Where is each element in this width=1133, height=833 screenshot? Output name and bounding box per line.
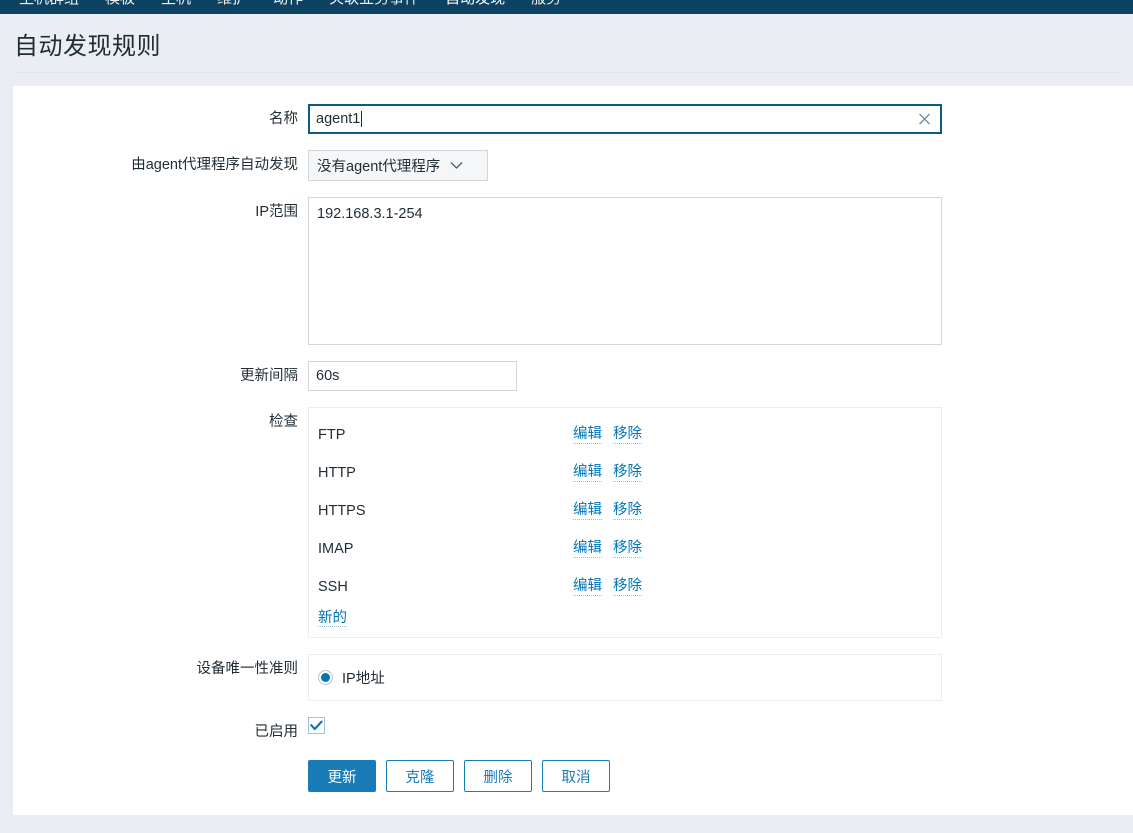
check-icon (310, 720, 323, 731)
discovery-rule-form: 名称 agent1 由agent代理程序自动发现 没有agent代理程序 IP范… (13, 85, 1133, 815)
check-name: HTTP (318, 465, 356, 481)
table-row: HTTPS 编辑 移除 (309, 492, 941, 530)
nav-item-maintenance[interactable]: 维护 (204, 0, 260, 14)
checks-label: 检查 (269, 414, 298, 430)
uniqueness-field-wrap: IP地址 (308, 654, 1133, 701)
remove-check-link[interactable]: 移除 (613, 578, 642, 596)
remove-check-link[interactable]: 移除 (613, 464, 642, 482)
form-row-enabled: 已启用 (13, 717, 1133, 741)
form-row-checks: 检查 FTP 编辑 移除 HTTP 编辑 移除 HTTPS 编辑 移除 IMAP… (13, 407, 1133, 638)
nav-item-hosts[interactable]: 主机 (148, 0, 204, 14)
radio-selected-icon (318, 670, 333, 685)
uniqueness-panel: IP地址 (308, 654, 942, 701)
nav-item-actions[interactable]: 动作 (260, 0, 316, 14)
remove-check-link[interactable]: 移除 (613, 426, 642, 444)
edit-check-link[interactable]: 编辑 (573, 426, 602, 444)
new-check-link[interactable]: 新的 (318, 610, 347, 627)
form-row-ip-range: IP范围 192.168.3.1-254 (13, 197, 1133, 345)
edit-check-link[interactable]: 编辑 (573, 578, 602, 596)
top-navigation-items: 主机群组 模板 主机 维护 动作 关联业务事件 自动发现 服务 (0, 0, 574, 14)
check-actions: 编辑 移除 (573, 540, 642, 558)
name-input[interactable]: agent1 (308, 104, 942, 134)
nav-item-event-correlation[interactable]: 关联业务事件 (316, 0, 432, 14)
nav-item-templates[interactable]: 模板 (92, 0, 148, 14)
check-actions: 编辑 移除 (573, 502, 642, 520)
edit-check-link[interactable]: 编辑 (573, 502, 602, 520)
check-name: HTTPS (318, 503, 366, 519)
form-row-interval: 更新间隔 60s (13, 361, 1133, 391)
table-row: HTTP 编辑 移除 (309, 454, 941, 492)
chevron-down-icon (450, 158, 463, 174)
proxy-select-value: 没有agent代理程序 (317, 159, 441, 175)
ip-range-field-wrap: 192.168.3.1-254 (308, 197, 1133, 345)
interval-input[interactable]: 60s (308, 361, 517, 391)
checks-field-wrap: FTP 编辑 移除 HTTP 编辑 移除 HTTPS 编辑 移除 IMAP 编辑… (308, 407, 1133, 638)
edit-check-link[interactable]: 编辑 (573, 464, 602, 482)
top-navigation: 主机群组 模板 主机 维护 动作 关联业务事件 自动发现 服务 (0, 0, 1133, 14)
text-caret (361, 111, 363, 127)
check-actions: 编辑 移除 (573, 464, 642, 482)
enabled-field-wrap (308, 717, 1133, 734)
remove-check-link[interactable]: 移除 (613, 502, 642, 520)
interval-label: 更新间隔 (240, 368, 298, 384)
form-row-name: 名称 agent1 (13, 104, 1133, 134)
cancel-button[interactable]: 取消 (542, 760, 610, 792)
buttons-spacer (13, 757, 308, 763)
checks-panel: FTP 编辑 移除 HTTP 编辑 移除 HTTPS 编辑 移除 IMAP 编辑… (308, 407, 942, 638)
check-actions: 编辑 移除 (573, 578, 642, 596)
nav-item-discovery[interactable]: 自动发现 (432, 0, 518, 14)
enabled-checkbox[interactable] (308, 717, 325, 734)
interval-input-value: 60s (316, 368, 340, 384)
page-header: 自动发现规则 (0, 14, 1133, 72)
uniqueness-radio-label: IP地址 (342, 671, 385, 687)
table-row: SSH 编辑 移除 (309, 568, 941, 606)
new-check-wrap: 新的 (309, 606, 941, 627)
table-row: FTP 编辑 移除 (309, 416, 941, 454)
check-name: IMAP (318, 541, 354, 557)
check-actions: 编辑 移除 (573, 426, 642, 444)
ip-range-textarea[interactable]: 192.168.3.1-254 (308, 197, 942, 345)
ip-range-label: IP范围 (255, 204, 298, 220)
proxy-label: 由agent代理程序自动发现 (131, 157, 298, 173)
interval-field-wrap: 60s (308, 361, 1133, 391)
page-title: 自动发现规则 (14, 32, 161, 60)
check-name: FTP (318, 427, 346, 443)
enabled-label: 已启用 (254, 724, 299, 740)
proxy-select[interactable]: 没有agent代理程序 (308, 150, 488, 181)
header-divider (14, 72, 1119, 73)
name-input-value: agent1 (316, 111, 361, 127)
edit-check-link[interactable]: 编辑 (573, 540, 602, 558)
nav-item-host-groups[interactable]: 主机群组 (6, 0, 92, 14)
name-field-wrap: agent1 (308, 104, 1133, 134)
delete-button[interactable]: 删除 (464, 760, 532, 792)
name-label: 名称 (269, 111, 298, 127)
nav-item-services[interactable]: 服务 (518, 0, 574, 14)
uniqueness-label: 设备唯一性准则 (196, 661, 299, 677)
clone-button[interactable]: 克隆 (386, 760, 454, 792)
form-row-proxy: 由agent代理程序自动发现 没有agent代理程序 (13, 150, 1133, 181)
clear-icon[interactable] (917, 112, 932, 127)
proxy-field-wrap: 没有agent代理程序 (308, 150, 1133, 181)
table-row: IMAP 编辑 移除 (309, 530, 941, 568)
form-row-buttons: 更新 克隆 删除 取消 (13, 757, 1133, 792)
remove-check-link[interactable]: 移除 (613, 540, 642, 558)
uniqueness-radio-ip-address[interactable]: IP地址 (318, 667, 385, 688)
form-row-uniqueness: 设备唯一性准则 IP地址 (13, 654, 1133, 701)
update-button[interactable]: 更新 (308, 760, 376, 792)
form-actions: 更新 克隆 删除 取消 (308, 757, 1133, 792)
buttons-field-wrap: 更新 克隆 删除 取消 (308, 757, 1133, 792)
check-name: SSH (318, 579, 348, 595)
